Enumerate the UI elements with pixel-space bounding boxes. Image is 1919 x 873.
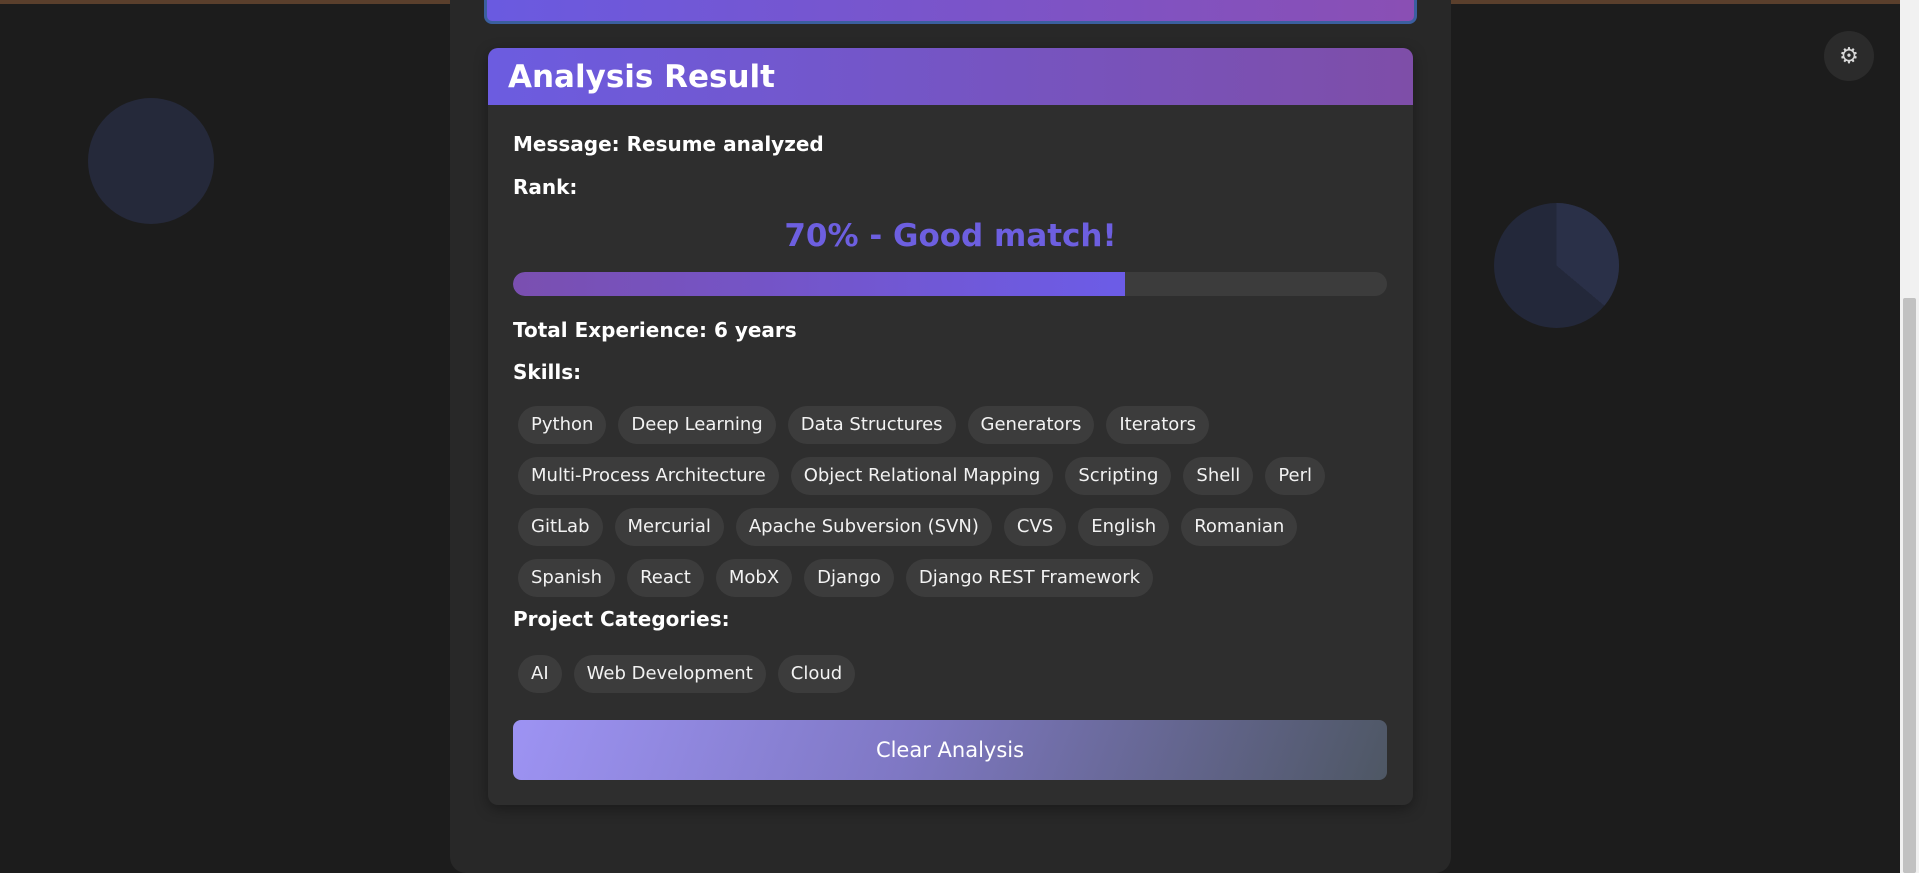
skill-tag: Spanish xyxy=(518,559,616,597)
skill-tag: Multi-Process Architecture xyxy=(518,457,779,495)
skill-tag: Python xyxy=(518,406,607,444)
category-tag: Web Development xyxy=(573,655,766,693)
skill-tag: MobX xyxy=(715,559,793,597)
previous-card-edge xyxy=(484,0,1417,24)
skill-tag: Data Structures xyxy=(787,406,956,444)
skill-tag: CVS xyxy=(1003,508,1067,546)
rank-progress-bar xyxy=(513,272,1387,296)
category-tag: AI xyxy=(518,655,562,693)
scrollbar-thumb[interactable] xyxy=(1903,298,1916,873)
skill-tag: Deep Learning xyxy=(618,406,776,444)
card-header: Analysis Result xyxy=(488,48,1413,105)
skill-tag: Django xyxy=(804,559,894,597)
rank-value: 70% - Good match! xyxy=(784,218,1117,254)
rank-label: Rank: xyxy=(513,175,578,199)
rank-progress-fill xyxy=(513,272,1125,296)
skill-tag: Generators xyxy=(967,406,1095,444)
skill-tag: Object Relational Mapping xyxy=(790,457,1054,495)
skill-tag: English xyxy=(1078,508,1170,546)
analysis-result-card: Analysis Result Message: Resume analyzed… xyxy=(488,48,1413,805)
skill-tag: React xyxy=(627,559,704,597)
skill-tag: Shell xyxy=(1183,457,1254,495)
card-title: Analysis Result xyxy=(508,58,775,95)
decorative-pie-circle xyxy=(1494,203,1619,328)
skill-tag: Iterators xyxy=(1106,406,1210,444)
skills-list: Python Deep Learning Data Structures Genera… xyxy=(518,406,1378,597)
category-tag: Cloud xyxy=(777,655,856,693)
skill-tag: GitLab xyxy=(518,508,603,546)
skills-label: Skills: xyxy=(513,360,582,384)
clear-analysis-button[interactable]: Clear Analysis xyxy=(513,720,1387,780)
theme-toggle-button[interactable]: ⚙ xyxy=(1824,31,1874,81)
gear-icon: ⚙ xyxy=(1839,43,1859,69)
skill-tag: Django REST Framework xyxy=(905,559,1154,597)
skill-tag: Mercurial xyxy=(614,508,724,546)
skill-tag: Perl xyxy=(1265,457,1326,495)
skill-tag: Apache Subversion (SVN) xyxy=(735,508,992,546)
experience-line: Total Experience: 6 years xyxy=(513,318,797,342)
decorative-circle xyxy=(88,98,214,224)
project-categories-list: AI Web Development Cloud xyxy=(518,655,1378,693)
scrollbar[interactable] xyxy=(1900,0,1919,873)
message-line: Message: Resume analyzed xyxy=(513,132,824,156)
skill-tag: Scripting xyxy=(1065,457,1172,495)
project-categories-label: Project Categories: xyxy=(513,607,730,631)
skill-tag: Romanian xyxy=(1181,508,1298,546)
